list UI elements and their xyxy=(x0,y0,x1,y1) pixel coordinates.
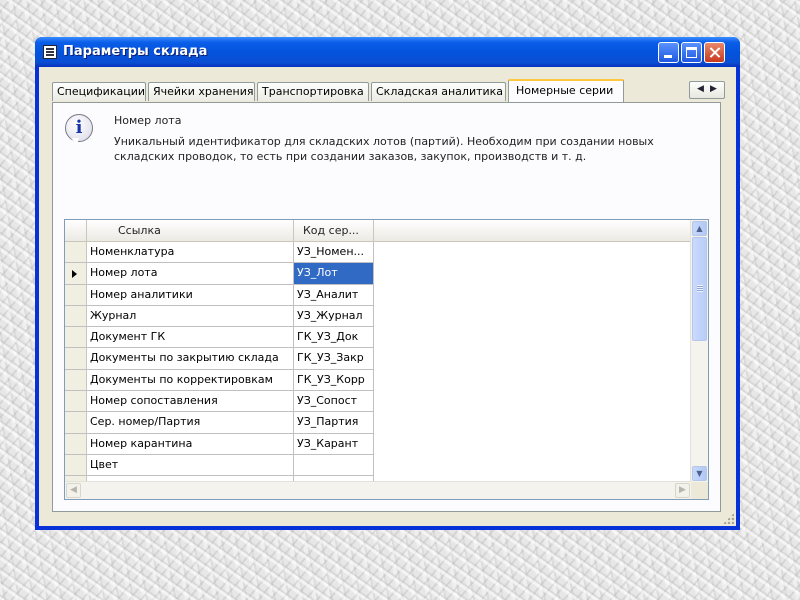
code-cell[interactable]: УЗ_Аналит xyxy=(294,284,374,306)
table-row[interactable]: Цвет xyxy=(65,454,691,477)
series-grid: Ссылка Код сер... Номенклатура УЗ_Номен..… xyxy=(64,219,709,500)
code-cell[interactable]: ГК_УЗ_Закр xyxy=(294,348,374,370)
column-header-ref[interactable]: Ссылка xyxy=(87,220,294,241)
window-client: Спецификации Ячейки хранения Транспортир… xyxy=(39,67,736,526)
row-selector[interactable] xyxy=(65,348,87,370)
table-row[interactable]: Номер карантина УЗ_Карант xyxy=(65,433,691,455)
table-row[interactable]: Сер. номер/Партия УЗ_Партия xyxy=(65,412,691,434)
info-icon: i xyxy=(65,114,93,145)
code-cell[interactable]: УЗ_Номен... xyxy=(294,242,374,264)
grid-header: Ссылка Код сер... xyxy=(65,220,691,242)
scroll-right-button[interactable]: ▶ xyxy=(675,483,690,498)
scroll-up-button[interactable]: ▲ xyxy=(692,221,707,236)
ref-cell[interactable]: Номер карантина xyxy=(87,433,294,455)
code-cell[interactable]: ГК_УЗ_Корр xyxy=(294,369,374,392)
code-cell[interactable]: ГК_УЗ_Док xyxy=(294,327,374,349)
info-description: Уникальный идентификатор для складских л… xyxy=(114,135,654,163)
horizontal-scrollbar[interactable]: ◀ ▶ xyxy=(65,481,691,499)
table-row[interactable]: Номер аналитики УЗ_Аналит xyxy=(65,284,691,306)
code-cell[interactable]: УЗ_Сопост xyxy=(294,391,374,413)
row-selector[interactable] xyxy=(65,242,87,264)
ref-cell[interactable]: Документы по закрытию склада xyxy=(87,348,294,370)
table-row[interactable]: Номер сопоставления УЗ_Сопост xyxy=(65,391,691,413)
window-icon xyxy=(43,45,57,59)
current-row-arrow-icon xyxy=(72,270,77,279)
row-selector[interactable] xyxy=(65,391,87,413)
row-selector[interactable] xyxy=(65,263,87,285)
row-selector[interactable] xyxy=(65,284,87,306)
ref-cell[interactable]: Номенклатура xyxy=(87,242,294,264)
column-header-code[interactable]: Код сер... xyxy=(294,220,374,241)
tab-storage-cells[interactable]: Ячейки хранения xyxy=(148,82,255,101)
ref-cell[interactable]: Документ ГК xyxy=(87,327,294,349)
tab-panel: i Номер лота Уникальный идентификатор дл… xyxy=(52,102,721,512)
tab-strip: Спецификации Ячейки хранения Транспортир… xyxy=(52,79,702,102)
ref-cell[interactable]: Цвет xyxy=(87,454,294,477)
code-cell[interactable]: УЗ_Карант xyxy=(294,433,374,455)
table-row[interactable]: Документ ГК ГК_УЗ_Док xyxy=(65,327,691,349)
ref-cell[interactable]: Сер. номер/Партия xyxy=(87,412,294,434)
code-cell[interactable]: УЗ_Лот xyxy=(294,263,374,285)
table-row[interactable]: Журнал УЗ_Журнал xyxy=(65,305,691,328)
code-cell[interactable]: УЗ_Журнал xyxy=(294,305,374,328)
ref-cell[interactable]: Журнал xyxy=(87,305,294,328)
row-selector[interactable] xyxy=(65,327,87,349)
close-button[interactable] xyxy=(704,42,725,63)
row-selector[interactable] xyxy=(65,454,87,477)
row-selector[interactable] xyxy=(65,305,87,328)
settings-window: Параметры склада Спецификации Ячейки хра… xyxy=(35,37,740,530)
vertical-scrollbar[interactable]: ▲ ▼ xyxy=(690,220,708,482)
code-cell[interactable] xyxy=(294,454,374,477)
table-row[interactable]: Номенклатура УЗ_Номен... xyxy=(65,242,691,264)
vertical-scroll-thumb[interactable] xyxy=(692,237,707,341)
ref-cell[interactable]: Номер аналитики xyxy=(87,284,294,306)
code-cell[interactable]: УЗ_Партия xyxy=(294,412,374,434)
row-selector-header xyxy=(65,220,87,241)
table-row[interactable]: Документы по корректировкам ГК_УЗ_Корр xyxy=(65,369,691,392)
resize-grip[interactable] xyxy=(723,513,734,524)
scroll-left-button[interactable]: ◀ xyxy=(66,483,81,498)
table-row[interactable]: Номер лота УЗ_Лот xyxy=(65,263,691,285)
row-selector[interactable] xyxy=(65,433,87,455)
ref-cell[interactable]: Номер лота xyxy=(87,263,294,285)
row-selector[interactable] xyxy=(65,412,87,434)
minimize-button[interactable] xyxy=(658,42,679,63)
ref-cell[interactable]: Документы по корректировкам xyxy=(87,369,294,392)
row-selector[interactable] xyxy=(65,369,87,392)
tab-warehouse-analytics[interactable]: Складская аналитика xyxy=(371,82,506,101)
ref-cell[interactable]: Номер сопоставления xyxy=(87,391,294,413)
title-bar[interactable]: Параметры склада xyxy=(35,37,740,67)
maximize-button[interactable] xyxy=(681,42,702,63)
grid-rows: Номенклатура УЗ_Номен... Номер лота УЗ_Лот Н… xyxy=(65,242,691,499)
info-title: Номер лота xyxy=(114,114,182,127)
tab-specifications[interactable]: Спецификации xyxy=(52,82,146,101)
window-title: Параметры склада xyxy=(63,44,208,59)
scroll-down-button[interactable]: ▼ xyxy=(692,466,707,481)
tab-scroll-left-icon[interactable]: ◀ xyxy=(697,84,704,94)
table-row[interactable]: Документы по закрытию склада ГК_УЗ_Закр xyxy=(65,348,691,370)
tab-number-series[interactable]: Номерные серии xyxy=(508,79,624,102)
tab-scroll-right-icon[interactable]: ▶ xyxy=(710,84,717,94)
tab-scroll-buttons: ◀ ▶ xyxy=(689,81,725,99)
tab-transportation[interactable]: Транспортировка xyxy=(257,82,369,101)
scrollbar-corner xyxy=(691,482,708,499)
